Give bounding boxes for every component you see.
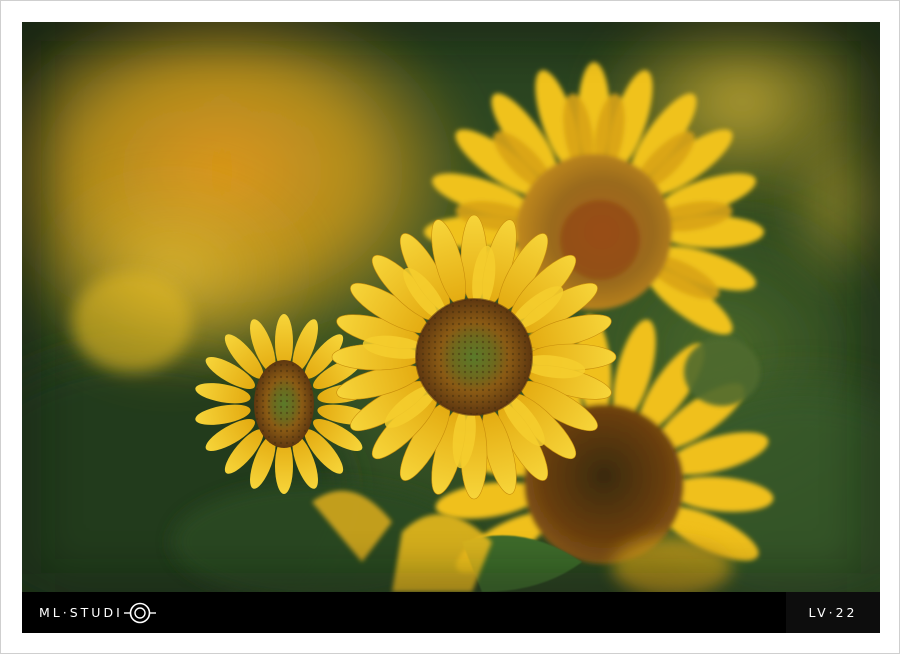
studio-brand: ML·STUDI [39,602,156,624]
lens-o-icon [123,602,156,624]
photo-code: LV·22 [808,605,858,620]
caption-bar: ML·STUDI LV·22 [22,592,880,633]
sunflower-image [22,22,880,592]
sunflower-photo [22,22,880,592]
photo-frame: ML·STUDI LV·22 [0,0,900,654]
brand-text: ML·STUDI [39,605,123,620]
code-box: LV·22 [786,592,880,633]
